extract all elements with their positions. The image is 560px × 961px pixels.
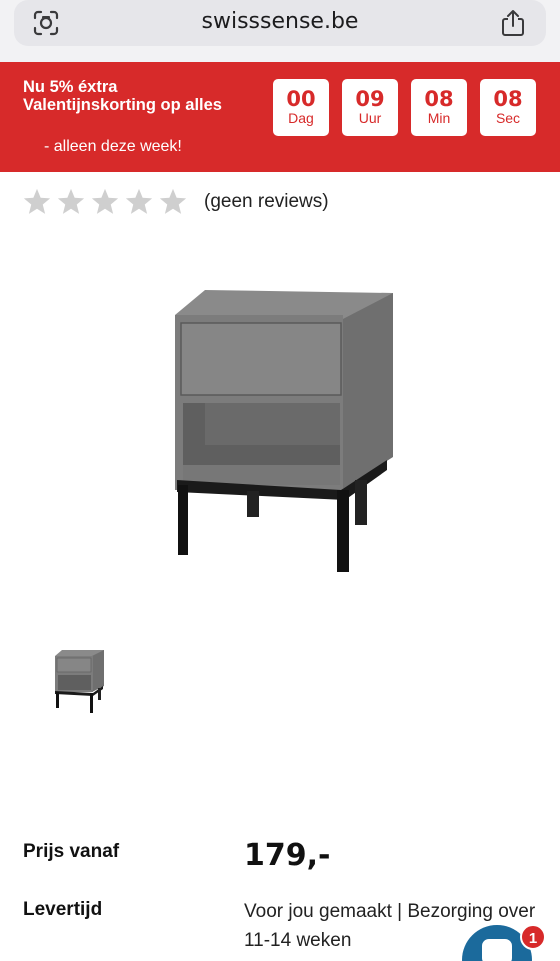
price-label: Prijs vanaf: [23, 841, 120, 862]
countdown-seconds: 08 Sec: [480, 79, 536, 136]
countdown-value: 00: [286, 87, 316, 111]
chat-notification-badge: 1: [520, 924, 546, 950]
star-icon: [125, 188, 153, 214]
product-image[interactable]: [165, 285, 400, 580]
address-bar[interactable]: swisssense.be: [14, 0, 546, 46]
promo-banner[interactable]: Nu 5% éxtra Valentijnskorting op alles -…: [0, 62, 560, 172]
countdown-unit: Dag: [288, 110, 314, 126]
countdown-value: 08: [493, 87, 523, 111]
browser-toolbar: swisssense.be: [0, 0, 560, 62]
countdown-unit: Sec: [495, 110, 521, 126]
promo-title: Nu 5% éxtra Valentijnskorting op alles: [23, 78, 222, 114]
reviews-link[interactable]: (geen reviews): [204, 191, 329, 213]
countdown-value: 09: [355, 87, 385, 111]
share-icon[interactable]: [500, 8, 526, 38]
countdown-value: 08: [424, 87, 454, 111]
chat-bubble-icon: [482, 939, 512, 961]
star-icon: [57, 188, 85, 214]
product-thumbnail[interactable]: [52, 648, 106, 714]
star-icon: [91, 188, 119, 214]
countdown-days: 00 Dag: [273, 79, 329, 136]
countdown-minutes: 08 Min: [411, 79, 467, 136]
countdown-hours: 09 Uur: [342, 79, 398, 136]
promo-subtitle: - alleen deze week!: [44, 138, 182, 155]
star-icon: [159, 188, 187, 214]
product-price: 179,-: [244, 838, 331, 873]
countdown-unit: Min: [427, 110, 451, 126]
delivery-label: Levertijd: [23, 899, 103, 920]
url-text[interactable]: swisssense.be: [14, 9, 546, 34]
star-icon: [23, 188, 51, 214]
countdown-unit: Uur: [358, 110, 382, 126]
